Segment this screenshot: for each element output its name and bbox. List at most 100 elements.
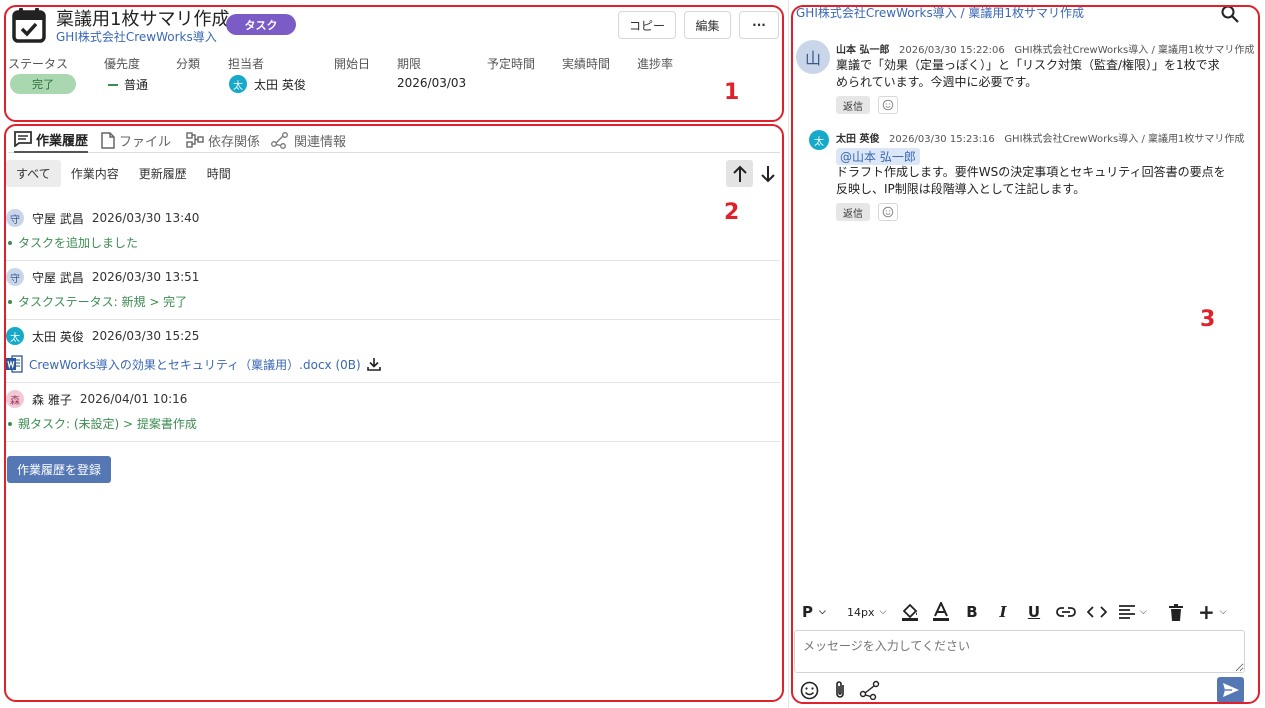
emoji-add-icon bbox=[882, 99, 894, 111]
link-icon bbox=[1056, 607, 1076, 617]
annotation-number-3: 3 bbox=[1200, 307, 1216, 332]
more-options-button[interactable]: ··· bbox=[739, 11, 779, 39]
sort-descending-button[interactable] bbox=[754, 160, 781, 187]
message-line: められています。今週中に必要です。 bbox=[836, 75, 1038, 89]
priority-dash-icon bbox=[108, 83, 118, 86]
align-dropdown[interactable]: ⌵ bbox=[1118, 601, 1147, 623]
download-icon bbox=[366, 358, 381, 371]
emoji-icon bbox=[800, 681, 818, 699]
message-line: 反映し、IP制限は段階導入として注記します。 bbox=[836, 182, 1086, 196]
filter-work[interactable]: 作業内容 bbox=[61, 160, 129, 187]
sort-ascending-button[interactable] bbox=[726, 160, 753, 187]
code-button[interactable] bbox=[1086, 601, 1108, 623]
category-label: 分類 bbox=[176, 57, 201, 71]
reply-button[interactable]: 返信 bbox=[836, 203, 870, 221]
message-input[interactable] bbox=[794, 630, 1245, 673]
paint-bucket-icon bbox=[902, 603, 918, 621]
history-filter-bar: すべて 作業内容 更新履歴 時間 bbox=[6, 160, 241, 187]
text-color-button[interactable] bbox=[930, 601, 952, 623]
code-icon bbox=[1087, 606, 1107, 618]
assignee-name: 太田 英俊 bbox=[254, 77, 306, 92]
bullet-icon bbox=[8, 299, 12, 304]
add-reaction-button[interactable] bbox=[878, 203, 898, 221]
font-size-dropdown[interactable]: 14px ⌵ bbox=[847, 601, 886, 623]
message-line: ドラフト作成します。要件WSの決定事項とセキュリティ回答書の要点を bbox=[836, 165, 1226, 179]
history-entry-header: 太 太田 英俊 2026/03/30 15:25 bbox=[6, 326, 199, 346]
project-link[interactable]: GHI株式会社CrewWorks導入 bbox=[56, 28, 217, 45]
emoji-add-icon bbox=[882, 206, 894, 218]
history-entry-header: 守 守屋 武昌 2026/03/30 13:40 bbox=[6, 208, 199, 228]
bold-icon: B bbox=[966, 603, 978, 621]
planned-time-label: 予定時間 bbox=[487, 57, 536, 71]
link-button[interactable] bbox=[1055, 601, 1077, 623]
breadcrumb[interactable]: GHI株式会社CrewWorks導入 / 稟議用1枚サマリ作成 bbox=[796, 4, 1084, 21]
message-author[interactable]: 山本 弘一郎 bbox=[836, 45, 889, 56]
reply-button[interactable]: 返信 bbox=[836, 96, 870, 114]
history-time: 2026/03/30 13:51 bbox=[91, 270, 200, 284]
history-text: 親タスク: (未設定) > 提案書作成 bbox=[8, 415, 197, 432]
attach-button[interactable] bbox=[829, 680, 851, 700]
history-user[interactable]: 太田 英俊 bbox=[32, 328, 84, 345]
insert-dropdown[interactable]: + ⌵ bbox=[1198, 600, 1227, 624]
tab-related-label: 関連情報 bbox=[294, 134, 347, 150]
word-document-icon bbox=[6, 355, 23, 373]
tab-history-label: 作業履歴 bbox=[36, 133, 89, 149]
paragraph-style-dropdown[interactable]: P ⌵ bbox=[802, 601, 826, 623]
task-type-badge: タスク bbox=[226, 14, 296, 35]
message-meta: 太田 英俊 2026/03/30 15:23:16 GHI株式会社CrewWor… bbox=[836, 130, 1244, 145]
filter-all[interactable]: すべて bbox=[6, 160, 61, 187]
history-entry-header: 森 森 雅子 2026/04/01 10:16 bbox=[6, 389, 187, 409]
chevron-down-icon: ⌵ bbox=[1140, 607, 1147, 617]
bold-button[interactable]: B bbox=[962, 601, 982, 623]
avatar: 山 bbox=[796, 40, 830, 74]
tab-files[interactable]: ファイル bbox=[101, 127, 171, 153]
paragraph-style-value: P bbox=[802, 603, 813, 621]
tab-dependencies[interactable]: 依存関係 bbox=[186, 127, 260, 153]
due-date-value[interactable]: 2026/03/03 bbox=[397, 76, 466, 90]
history-entry: 太 太田 英俊 2026/03/30 15:25 CrewWorks導入の効果と… bbox=[6, 326, 780, 383]
tab-history[interactable]: 作業履歴 bbox=[14, 127, 89, 153]
underline-button[interactable]: U bbox=[1024, 601, 1044, 623]
priority-value[interactable]: 普通 bbox=[108, 76, 148, 93]
assignee-value[interactable]: 太 太田 英俊 bbox=[229, 75, 306, 93]
status-badge[interactable]: 完了 bbox=[10, 74, 76, 94]
avatar: 太 bbox=[809, 130, 829, 150]
tab-files-label: ファイル bbox=[119, 134, 172, 150]
fill-color-button[interactable] bbox=[900, 601, 920, 623]
message-body: 稟議で「効果（定量っぽく）」と「リスク対策（監査/権限）」を1枚で求 められてい… bbox=[836, 57, 1220, 91]
add-reaction-button[interactable] bbox=[878, 96, 898, 114]
share-network-icon bbox=[859, 680, 880, 700]
delete-button[interactable] bbox=[1166, 601, 1186, 623]
plus-icon: + bbox=[1198, 600, 1215, 624]
avatar: 守 bbox=[6, 268, 24, 286]
emoji-button[interactable] bbox=[798, 680, 820, 700]
attached-file-link[interactable]: CrewWorks導入の効果とセキュリティ（稟議用）.docx (0B) bbox=[6, 355, 381, 373]
avatar: 森 bbox=[6, 390, 24, 408]
history-user[interactable]: 守屋 武昌 bbox=[32, 269, 84, 286]
register-history-button[interactable]: 作業履歴を登録 bbox=[7, 456, 111, 483]
message-line: 稟議で「効果（定量っぽく）」と「リスク対策（監査/権限）」を1枚で求 bbox=[836, 58, 1220, 72]
history-text: タスクステータス: 新規 > 完了 bbox=[8, 293, 187, 310]
history-user[interactable]: 守屋 武昌 bbox=[32, 210, 84, 227]
history-text: タスクを追加しました bbox=[8, 234, 138, 251]
send-button[interactable] bbox=[1217, 677, 1244, 703]
avatar: 太 bbox=[6, 327, 24, 345]
font-size-value: 14px bbox=[847, 605, 875, 619]
avatar: 太 bbox=[229, 75, 247, 93]
filter-updates[interactable]: 更新履歴 bbox=[129, 160, 197, 187]
message-author[interactable]: 太田 英俊 bbox=[836, 134, 879, 145]
copy-button[interactable]: コピー bbox=[618, 11, 676, 39]
search-button[interactable] bbox=[1220, 4, 1240, 24]
file-name[interactable]: CrewWorks導入の効果とセキュリティ（稟議用）.docx (0B) bbox=[29, 356, 361, 373]
tab-related[interactable]: 関連情報 bbox=[270, 127, 346, 153]
edit-button[interactable]: 編集 bbox=[684, 11, 731, 39]
share-button[interactable] bbox=[859, 680, 881, 700]
comment-icon bbox=[14, 131, 32, 147]
history-time: 2026/03/30 15:25 bbox=[91, 329, 200, 343]
italic-button[interactable]: I bbox=[993, 601, 1013, 623]
mention-tag[interactable]: @山本 弘一郎 bbox=[836, 148, 920, 165]
history-time: 2026/04/01 10:16 bbox=[79, 392, 188, 406]
history-user[interactable]: 森 雅子 bbox=[32, 391, 72, 408]
filter-time[interactable]: 時間 bbox=[197, 160, 241, 187]
message-body: ドラフト作成します。要件WSの決定事項とセキュリティ回答書の要点を 反映し、IP… bbox=[836, 164, 1226, 198]
